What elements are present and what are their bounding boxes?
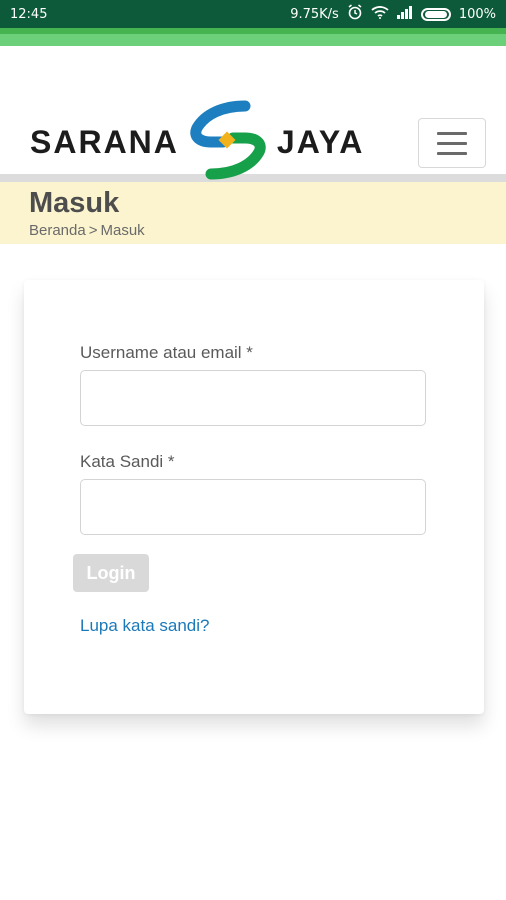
- breadcrumb-current: Masuk: [100, 222, 145, 239]
- battery-icon: [420, 7, 451, 21]
- menu-icon-bar: [437, 151, 467, 155]
- signal-icon: [396, 5, 413, 23]
- page-header: Masuk Beranda > Masuk: [0, 182, 506, 244]
- status-indicators: 9.75K/s 100%: [290, 4, 496, 24]
- brand-name-right: JAYA: [276, 123, 365, 160]
- breadcrumb-home-link[interactable]: Beranda: [29, 222, 86, 239]
- wifi-icon: [371, 5, 389, 23]
- breadcrumb: Beranda > Masuk: [29, 222, 506, 239]
- username-label: Username atau email *: [80, 343, 253, 362]
- menu-toggle-button[interactable]: [418, 118, 486, 168]
- menu-icon-bar: [437, 141, 467, 145]
- brand-logo[interactable]: SARANA JAYA: [30, 100, 365, 182]
- login-form: Username atau email * Kata Sandi * Login…: [24, 280, 484, 714]
- site-header: SARANA JAYA: [0, 46, 506, 180]
- alarm-icon: [347, 4, 363, 24]
- password-label: Kata Sandi *: [80, 452, 175, 471]
- battery-level: 100%: [458, 6, 496, 22]
- network-speed: 9.75K/s: [290, 6, 339, 22]
- breadcrumb-separator: >: [88, 222, 98, 239]
- brand-name-left: SARANA: [30, 123, 179, 160]
- password-input[interactable]: [80, 479, 426, 535]
- page-title: Masuk: [29, 187, 120, 219]
- menu-icon: [437, 131, 467, 135]
- login-button[interactable]: Login: [73, 554, 149, 592]
- status-time: 12:45: [10, 6, 48, 22]
- forgot-password-link[interactable]: Lupa kata sandi?: [80, 616, 210, 636]
- accent-strip: [0, 28, 506, 46]
- status-bar: 12:45 9.75K/s 100%: [0, 0, 506, 28]
- username-input[interactable]: [80, 370, 426, 426]
- brand-logo-mark: [183, 100, 273, 180]
